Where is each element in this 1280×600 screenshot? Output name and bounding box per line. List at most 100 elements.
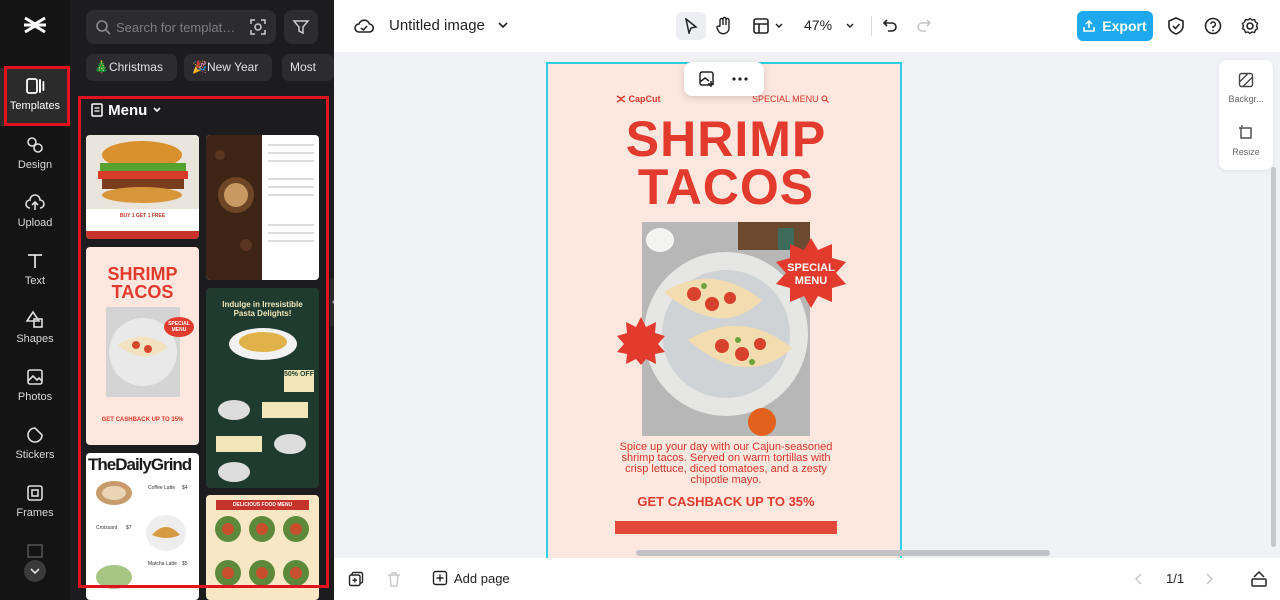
poster-canvas[interactable]: CapCut SPECIAL MENU SHRIMP TACOS SPECIAL… — [546, 62, 902, 558]
chevron-right-icon[interactable] — [1204, 572, 1214, 586]
capcut-logo-icon[interactable] — [22, 12, 48, 38]
daily-item-1: Coffee Latte — [148, 485, 176, 491]
cursor-icon — [685, 18, 698, 34]
thumb-pasta-discount: 50% OFF — [284, 370, 314, 392]
image-search-icon[interactable] — [249, 18, 267, 36]
undo-icon[interactable] — [882, 17, 898, 33]
poster-special-top-text: SPECIAL MENU — [752, 94, 819, 104]
collapse-rail-button[interactable] — [24, 560, 46, 582]
chevron-down-icon[interactable] — [774, 21, 784, 31]
redo-icon[interactable] — [916, 17, 932, 33]
template-thumb-daily-grind[interactable]: TheDailyGrind Coffee Latte $4 Croissant … — [86, 453, 199, 600]
cloud-icon[interactable] — [354, 17, 374, 35]
hand-icon[interactable] — [715, 16, 733, 36]
coffee-cups-image — [96, 481, 132, 589]
burger-image — [86, 135, 199, 239]
layout-icon[interactable] — [752, 17, 770, 35]
help-icon[interactable] — [1204, 17, 1222, 35]
rail-label: Text — [24, 275, 46, 287]
canvas-area[interactable]: CapCut SPECIAL MENU SHRIMP TACOS SPECIAL… — [334, 52, 1280, 558]
menu-book-icon — [91, 103, 103, 117]
chevron-down-icon — [498, 22, 508, 29]
text-icon — [28, 254, 42, 268]
rail-label: Design — [17, 159, 53, 171]
food-bowls-image — [215, 516, 309, 586]
left-rail: Templates Design Upload Text Shapes Phot… — [0, 0, 70, 600]
shapes-icon — [25, 310, 43, 328]
add-page-button[interactable]: Add page — [432, 570, 510, 586]
zoom-level[interactable]: 47% — [804, 17, 832, 33]
export-icon — [1083, 19, 1096, 32]
rail-label: Photos — [17, 391, 53, 403]
horizontal-scrollbar[interactable] — [636, 550, 1050, 556]
daily-item-3: Matcha Latte — [148, 561, 177, 567]
element-floating-toolbar — [684, 62, 764, 96]
more-icon[interactable] — [732, 76, 748, 82]
poster-headline-1: SHRIMP — [625, 111, 827, 167]
export-label: Export — [1102, 18, 1147, 34]
chevron-left-icon[interactable] — [1134, 572, 1144, 586]
document-title[interactable]: Untitled image — [389, 17, 509, 34]
poster-special-top: SPECIAL MENU — [752, 94, 830, 104]
rail-design[interactable]: Design — [0, 127, 70, 185]
special-menu-badge: SPECIAL MENU — [776, 238, 846, 308]
photos-icon — [27, 369, 43, 385]
thumb-shrimp-badge: SPECIAL MENU — [164, 317, 194, 337]
pasta-image — [229, 328, 297, 360]
search-input[interactable] — [116, 17, 246, 37]
poster-description: Spice up your day with our Cajun-seasone… — [619, 441, 833, 486]
template-thumb-pasta[interactable]: Indulge in Irresistible Pasta Delights! … — [206, 288, 319, 488]
vertical-scrollbar[interactable] — [1271, 167, 1276, 547]
settings-icon[interactable] — [1241, 17, 1259, 35]
rail-upload[interactable]: Upload — [0, 185, 70, 243]
rail-photos[interactable]: Photos — [0, 359, 70, 417]
template-thumb-coffee-menu[interactable] — [206, 135, 319, 280]
template-thumb-burger[interactable]: BUY 1 GET 1 FREE — [86, 135, 199, 239]
background-icon[interactable] — [1238, 72, 1254, 88]
page-indicator: 1/1 — [1166, 571, 1185, 586]
page-manager-icon[interactable] — [1250, 570, 1268, 588]
duplicate-page-icon[interactable] — [348, 571, 364, 587]
rail-stickers[interactable]: Stickers — [0, 417, 70, 475]
export-button[interactable]: Export — [1077, 11, 1153, 41]
shield-icon[interactable] — [1167, 16, 1185, 36]
search-icon — [821, 95, 830, 103]
starburst-decoration — [617, 317, 665, 365]
filter-icon — [292, 20, 310, 35]
section-title-label: Menu — [108, 102, 148, 119]
poster-headline-2: TACOS — [637, 159, 815, 215]
rail-label: Stickers — [15, 449, 55, 461]
thumb-daily-grind-title: TheDailyGrind — [88, 455, 192, 474]
add-page-icon — [432, 570, 448, 586]
rail-shapes[interactable]: Shapes — [0, 301, 70, 359]
replace-image-icon[interactable] — [698, 70, 716, 88]
rail-label: Shapes — [16, 333, 54, 345]
chip-christmas[interactable]: 🎄Christmas — [86, 54, 177, 81]
daily-price-2: $7 — [126, 525, 132, 531]
thumb-shrimp-title: SHRIMP TACOS — [107, 264, 178, 302]
resize-label[interactable]: Resize — [1219, 147, 1273, 157]
design-icon — [27, 137, 43, 153]
rail-frames[interactable]: Frames — [0, 475, 70, 533]
stickers-icon — [27, 427, 43, 443]
rail-text[interactable]: Text — [0, 243, 70, 301]
delete-page-icon[interactable] — [386, 571, 402, 587]
chip-new-year[interactable]: 🎉New Year — [184, 54, 272, 81]
select-tool-button[interactable] — [676, 12, 706, 40]
chevron-down-icon[interactable] — [845, 21, 855, 31]
filter-button[interactable] — [284, 10, 318, 44]
search-field[interactable] — [86, 10, 276, 44]
template-thumb-shrimp-tacos[interactable]: SHRIMP TACOS SPECIAL MENU GET CASHBACK U… — [86, 247, 199, 445]
section-title[interactable]: Menu — [90, 102, 162, 119]
resize-icon[interactable] — [1238, 124, 1254, 140]
rail-templates[interactable]: Templates — [0, 68, 70, 126]
poster-bottom-bar — [615, 521, 837, 534]
template-thumb-food-menu[interactable]: DELICIOUS FOOD MENU — [206, 495, 319, 600]
add-page-label: Add page — [454, 571, 510, 586]
poster-brand-text: CapCut — [628, 94, 661, 104]
background-label[interactable]: Backgr... — [1219, 94, 1273, 104]
rail-label: Templates — [9, 100, 61, 112]
templates-icon — [26, 78, 45, 94]
grid-icon[interactable] — [27, 544, 43, 558]
chip-most[interactable]: Most — [282, 54, 334, 81]
